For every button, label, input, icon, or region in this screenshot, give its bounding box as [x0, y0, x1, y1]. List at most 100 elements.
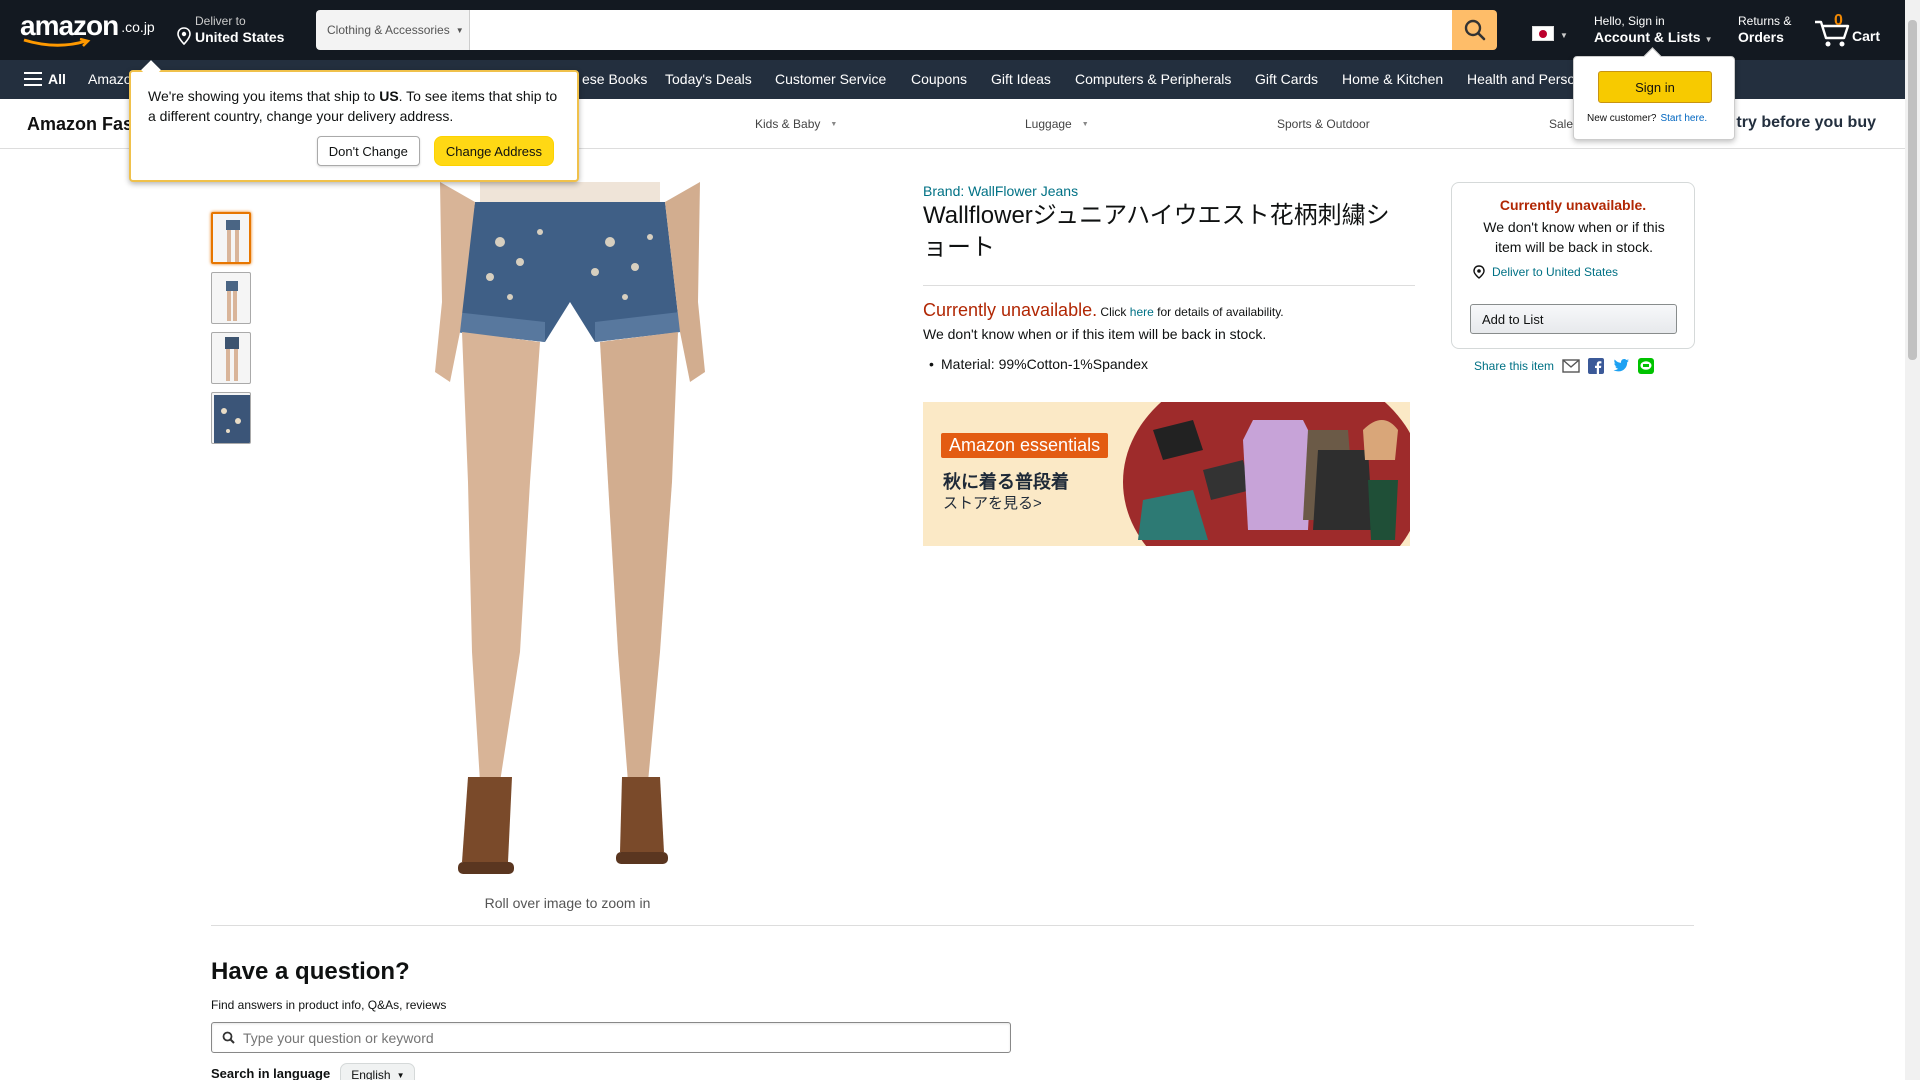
- thumbnail-4[interactable]: [211, 392, 251, 444]
- chevron-down-icon: ▼: [455, 25, 464, 35]
- chevron-down-icon: ▼: [1081, 121, 1089, 128]
- qa-language-select[interactable]: English ▼: [340, 1063, 416, 1080]
- address-popover: We're showing you items that ship to US.…: [129, 70, 579, 182]
- nav-item-gift-cards[interactable]: Gift Cards: [1255, 71, 1318, 87]
- deliver-label: Deliver to: [195, 14, 246, 28]
- availability-text: for details of availability.: [1153, 305, 1284, 319]
- qa-language-row: Search in language English ▼: [211, 1063, 416, 1080]
- change-address-button[interactable]: Change Address: [433, 136, 554, 166]
- zoom-hint: Roll over image to zoom in: [484, 895, 651, 911]
- logo-smile-icon: [23, 38, 91, 47]
- logo-wordmark: amazon: [20, 10, 119, 41]
- dont-change-button[interactable]: Don't Change: [316, 136, 420, 166]
- product-title: Wallflowerジュニアハイウエスト花柄刺繍ショート: [923, 202, 1390, 261]
- email-share-button[interactable]: [1562, 359, 1580, 373]
- popover-text: We're showing you items that ship to: [148, 88, 380, 104]
- all-menu-button[interactable]: All: [24, 71, 66, 87]
- account-label: Account & Lists: [1594, 29, 1701, 45]
- subnav-luggage[interactable]: Luggage ▼: [1025, 117, 1089, 131]
- search-button[interactable]: [1452, 10, 1497, 50]
- qa-search-box: [211, 1022, 1011, 1053]
- returns-orders-link[interactable]: Returns & Orders: [1738, 14, 1791, 46]
- popover-country: US: [379, 88, 399, 104]
- thumbnail-1[interactable]: [211, 212, 251, 264]
- subnav-kids-baby[interactable]: Kids & Baby ▼: [755, 117, 837, 131]
- nav-item-customer-service[interactable]: Customer Service: [775, 71, 886, 87]
- store-title[interactable]: Amazon Fas: [27, 114, 133, 135]
- all-label: All: [48, 71, 66, 87]
- search-input[interactable]: [470, 10, 1452, 50]
- availability-here-link[interactable]: here: [1130, 305, 1154, 319]
- cart-count: 0: [1834, 12, 1843, 29]
- hamburger-icon: [24, 72, 42, 86]
- deliver-to[interactable]: Deliver to United States: [176, 14, 284, 46]
- buybox-deliver-link[interactable]: Deliver to United States: [1472, 265, 1618, 279]
- scrollbar-thumb[interactable]: [1908, 20, 1917, 360]
- nav-item-todays-deals[interactable]: Today's Deals: [665, 71, 752, 87]
- signin-flyout: Sign in New customer? Start here.: [1573, 56, 1735, 140]
- language-selector[interactable]: ▼: [1532, 26, 1568, 41]
- nav-item-home-kitchen[interactable]: Home & Kitchen: [1342, 71, 1443, 87]
- account-greeting: Hello, Sign in: [1594, 14, 1665, 28]
- amazon-logo[interactable]: amazon .co.jp: [20, 12, 155, 48]
- new-customer-label: New customer?: [1587, 113, 1657, 124]
- subnav-sports-outdoor[interactable]: Sports & Outdoor: [1277, 117, 1370, 131]
- prime-text: try before you buy: [1731, 114, 1876, 131]
- account-lists-menu[interactable]: Hello, Sign in Account & Lists ▼: [1594, 14, 1713, 49]
- product-thumbnail-image: [226, 220, 240, 262]
- availability-line: Currently unavailable. Click here for de…: [923, 300, 1284, 321]
- availability-text: Click: [1097, 305, 1130, 319]
- qa-title: Have a question?: [211, 958, 410, 985]
- qa-subtitle: Find answers in product info, Q&As, revi…: [211, 998, 447, 1012]
- product-thumbnail-image: [226, 281, 238, 321]
- amazon-essentials-banner[interactable]: Amazon essentials 秋に着る普段着 ストアを見る>: [923, 402, 1410, 546]
- signin-button[interactable]: Sign in: [1598, 71, 1712, 103]
- line-share-button[interactable]: [1638, 358, 1655, 374]
- thumbnail-2[interactable]: [211, 272, 251, 324]
- section-divider: [211, 925, 1694, 926]
- add-to-list-button[interactable]: Add to List: [1470, 304, 1677, 334]
- chevron-down-icon: ▼: [1560, 31, 1568, 40]
- vertical-scrollbar[interactable]: [1905, 0, 1920, 1080]
- image-thumbnails: [211, 212, 251, 452]
- subnav-label: Kids & Baby: [755, 117, 821, 131]
- product-thumbnail-image: [225, 337, 239, 381]
- orders-label: Orders: [1738, 29, 1784, 45]
- banner-cta: ストアを見る>: [943, 495, 1042, 512]
- banner-headline: 秋に着る普段着: [943, 472, 1069, 492]
- top-navbar: amazon .co.jp Deliver to United States C…: [0, 0, 1920, 60]
- nav-item-computers[interactable]: Computers & Peripherals: [1075, 71, 1231, 87]
- share-row: Share this item: [1474, 358, 1655, 374]
- nav-item-health[interactable]: Health and Perso: [1467, 71, 1575, 87]
- banner-clothing-image: [1138, 420, 1398, 540]
- qa-language-label: Search in language: [211, 1066, 331, 1080]
- qa-search-input[interactable]: [243, 1029, 1010, 1046]
- brand-link[interactable]: Brand: WallFlower Jeans: [923, 183, 1078, 199]
- line-icon: [1638, 358, 1655, 374]
- product-main-image[interactable]: [380, 182, 760, 882]
- start-here-link[interactable]: Start here.: [1660, 113, 1707, 124]
- share-label: Share this item: [1474, 359, 1555, 373]
- facebook-share-button[interactable]: [1588, 358, 1605, 374]
- nav-item-books[interactable]: ese Books: [582, 71, 647, 87]
- location-pin-icon: [177, 27, 191, 45]
- buy-box: Currently unavailable. We don't know whe…: [1451, 182, 1695, 349]
- new-customer-text: New customer? Start here.: [1587, 113, 1707, 124]
- divider: [923, 285, 1415, 286]
- thumbnail-3[interactable]: [211, 332, 251, 384]
- facebook-icon: [1588, 358, 1605, 374]
- cart-button[interactable]: 0 Cart: [1812, 10, 1884, 50]
- twitter-share-button[interactable]: [1612, 358, 1630, 374]
- search-category-label: Clothing & Accessories: [327, 23, 450, 37]
- nav-item-gift-ideas[interactable]: Gift Ideas: [991, 71, 1051, 87]
- nav-item-coupons[interactable]: Coupons: [911, 71, 967, 87]
- chevron-down-icon: ▼: [396, 1070, 405, 1080]
- buybox-deliver-label: Deliver to United States: [1492, 265, 1619, 279]
- search-category-dropdown[interactable]: Clothing & Accessories ▼: [316, 10, 470, 50]
- search-icon: [1464, 19, 1485, 41]
- subnav-sale[interactable]: Sale: [1549, 117, 1573, 131]
- logo-domain: .co.jp: [121, 19, 155, 35]
- banner-badge: Amazon essentials: [941, 433, 1109, 458]
- availability-detail: We don't know when or if this item will …: [923, 326, 1267, 342]
- product-thumbnail-image: [214, 395, 250, 443]
